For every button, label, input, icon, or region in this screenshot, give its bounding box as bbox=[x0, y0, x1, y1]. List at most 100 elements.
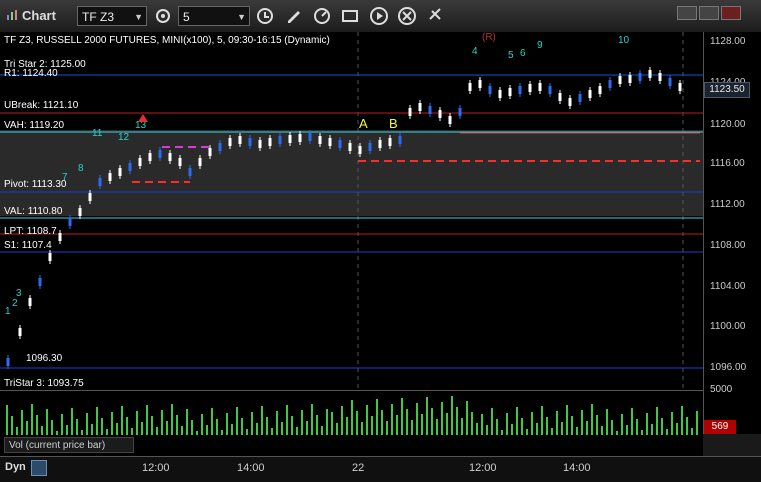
volume-bar bbox=[361, 422, 363, 435]
chart-app-icon bbox=[7, 10, 17, 20]
volume-bar bbox=[551, 428, 553, 435]
volume-bar bbox=[36, 415, 38, 435]
volume-bar bbox=[311, 404, 313, 435]
volume-bar bbox=[21, 410, 23, 435]
snapshot-icon[interactable] bbox=[339, 5, 361, 27]
volume-bar bbox=[186, 409, 188, 435]
volume-bar bbox=[406, 409, 408, 435]
volume-bar bbox=[606, 409, 608, 435]
volume-bar bbox=[216, 419, 218, 435]
price-tick: 1100.00 bbox=[710, 321, 746, 332]
marker-4: 4 bbox=[472, 46, 478, 57]
chevron-down-icon[interactable]: ▼ bbox=[134, 7, 143, 27]
volume-bar bbox=[381, 410, 383, 435]
volume-bar bbox=[246, 429, 248, 435]
volume-bar bbox=[481, 414, 483, 435]
marker-5: 5 bbox=[508, 50, 514, 61]
volume-bar bbox=[341, 406, 343, 435]
volume-bar bbox=[641, 430, 643, 435]
status-bar: Dyn 12:00 14:00 22 12:00 14:00 bbox=[0, 456, 761, 482]
volume-bar bbox=[576, 427, 578, 435]
volume-bar bbox=[176, 415, 178, 435]
volume-bar bbox=[456, 407, 458, 435]
volume-bar bbox=[56, 431, 58, 435]
volume-bar bbox=[116, 423, 118, 435]
volume-bar bbox=[91, 424, 93, 435]
level-tristar3: TriStar 3: 1093.75 bbox=[4, 378, 84, 389]
volume-bar bbox=[651, 424, 653, 435]
price-tick: 1116.00 bbox=[710, 158, 745, 169]
volume-bar bbox=[696, 411, 698, 435]
volume-bar bbox=[461, 418, 463, 435]
time-tick: 14:00 bbox=[563, 462, 591, 474]
volume-bar bbox=[261, 406, 263, 435]
volume-bar bbox=[611, 420, 613, 435]
volume-bar bbox=[676, 423, 678, 435]
marker-1: 1 bbox=[5, 306, 11, 317]
interval-input[interactable]: 5 ▼ bbox=[178, 6, 250, 26]
pencil-icon[interactable] bbox=[283, 5, 305, 27]
volume-bar bbox=[501, 430, 503, 435]
volume-bar bbox=[86, 413, 88, 435]
volume-bar bbox=[411, 420, 413, 435]
close-window-button[interactable] bbox=[721, 6, 741, 20]
volume-axis-top: 5000 bbox=[710, 384, 733, 395]
volume-bar bbox=[251, 412, 253, 435]
volume-bar bbox=[81, 430, 83, 435]
volume-bar bbox=[556, 411, 558, 435]
volume-panel[interactable] bbox=[0, 390, 703, 435]
maximize-button[interactable] bbox=[699, 6, 719, 20]
link-icon[interactable] bbox=[424, 5, 446, 27]
volume-bar bbox=[421, 414, 423, 435]
refresh-icon[interactable] bbox=[311, 5, 333, 27]
volume-bar bbox=[571, 416, 573, 435]
volume-bar bbox=[496, 419, 498, 435]
volume-bar bbox=[236, 407, 238, 435]
volume-bar bbox=[231, 424, 233, 435]
volume-bar bbox=[146, 405, 148, 435]
volume-bar bbox=[206, 425, 208, 435]
volume-bar bbox=[111, 412, 113, 435]
marker-9: 9 bbox=[537, 40, 543, 51]
volume-bar bbox=[666, 429, 668, 435]
history-icon[interactable] bbox=[254, 5, 276, 27]
volume-bar bbox=[66, 425, 68, 435]
volume-bar bbox=[171, 404, 173, 435]
volume-bar bbox=[351, 400, 353, 435]
volume-bar bbox=[61, 414, 63, 435]
volume-bar bbox=[136, 411, 138, 435]
symbol-input[interactable]: TF Z3 ▼ bbox=[77, 6, 147, 26]
volume-bar bbox=[466, 401, 468, 435]
volume-bar bbox=[46, 409, 48, 435]
volume-bar bbox=[626, 425, 628, 435]
volume-bar bbox=[616, 431, 618, 435]
minimize-button[interactable] bbox=[677, 6, 697, 20]
volume-bar bbox=[561, 422, 563, 435]
volume-bar bbox=[526, 429, 528, 435]
settings-icon[interactable] bbox=[152, 5, 174, 27]
play-icon[interactable] bbox=[368, 5, 390, 27]
price-chart[interactable]: TF Z3, RUSSELL 2000 FUTURES, MINI(x100),… bbox=[0, 32, 703, 390]
volume-bar bbox=[321, 426, 323, 435]
volume-bar bbox=[226, 413, 228, 435]
chevron-down-icon[interactable]: ▼ bbox=[237, 7, 246, 27]
volume-bar bbox=[241, 418, 243, 435]
volume-bar bbox=[636, 419, 638, 435]
dynamic-mode-icon[interactable] bbox=[31, 460, 47, 476]
scrollbar[interactable] bbox=[703, 434, 761, 456]
window-title: Chart bbox=[22, 8, 56, 23]
level-lpt: LPT: 1108.7 bbox=[4, 226, 57, 237]
volume-bar bbox=[296, 427, 298, 435]
current-price-label: 1123.50 bbox=[704, 82, 750, 98]
price-tick: 1112.00 bbox=[710, 199, 745, 210]
volume-bar bbox=[436, 419, 438, 435]
volume-bar bbox=[471, 412, 473, 435]
marker-10: 10 bbox=[618, 35, 630, 46]
volume-bar bbox=[271, 428, 273, 435]
volume-label[interactable]: Vol (current price bar) bbox=[4, 437, 134, 453]
volume-bar bbox=[686, 417, 688, 435]
volume-bar bbox=[346, 417, 348, 435]
volume-bar bbox=[596, 415, 598, 435]
close-icon[interactable] bbox=[396, 5, 418, 27]
volume-bar bbox=[691, 428, 693, 435]
